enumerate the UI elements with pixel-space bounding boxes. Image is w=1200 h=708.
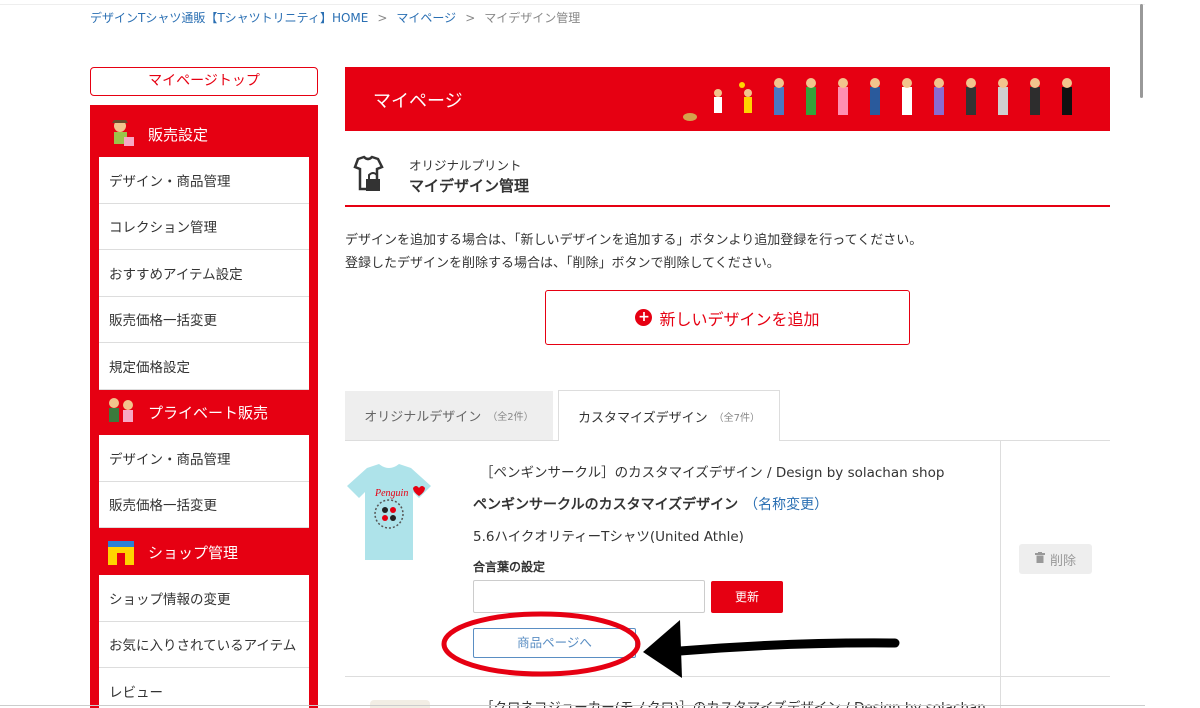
tab-label: オリジナルデザイン <box>364 410 482 425</box>
banner-characters-illustration <box>682 75 1092 123</box>
password-input[interactable] <box>473 580 705 613</box>
sidebar-item-bulk-price[interactable]: 販売価格一括変更 <box>99 297 309 343</box>
sidebar-list: ショップ情報の変更 お気に入りされているアイテム レビュー <box>99 575 309 708</box>
private-sale-icon <box>104 395 138 429</box>
mypage-banner: マイページ <box>345 67 1110 131</box>
characters-icon <box>683 78 1072 121</box>
window-bottom-edge <box>0 705 1145 706</box>
tshirt-lock-icon <box>352 155 386 195</box>
sidebar-item-shop-info[interactable]: ショップ情報の変更 <box>99 575 309 622</box>
sidebar-item-reviews[interactable]: レビュー <box>99 668 309 708</box>
design-name: ペンギンサークルのカスタマイズデザイン （名称変更） <box>473 494 828 514</box>
mypage-top-button[interactable]: マイページトップ <box>90 67 318 96</box>
banner-title: マイページ <box>373 91 463 112</box>
scrollbar[interactable] <box>1140 4 1143 98</box>
seller-character-icon <box>104 117 138 151</box>
plus-icon: + <box>635 309 653 326</box>
design-description: ［ペンギンサークル］のカスタマイズデザイン / Design by solach… <box>480 465 945 481</box>
trash-icon <box>1034 551 1045 567</box>
breadcrumb-separator: > <box>465 11 476 25</box>
breadcrumb-mypage-link[interactable]: マイページ <box>396 11 456 25</box>
rename-link[interactable]: （名称変更） <box>744 497 828 513</box>
sidebar-section-header: プライベート販売 <box>90 389 318 435</box>
tab-border <box>345 440 558 441</box>
next-design-thumbnail[interactable] <box>370 700 430 708</box>
sidebar-section-private: プライベート販売 デザイン・商品管理 販売価格一括変更 <box>90 389 318 528</box>
tab-customized-designs[interactable]: カスタマイズデザイン （全7件） <box>558 390 780 441</box>
design-thumbnail[interactable]: Penguin <box>345 462 433 562</box>
sidebar-section-sales: 販売設定 デザイン・商品管理 コレクション管理 おすすめアイテム設定 販売価格一… <box>90 111 318 390</box>
sidebar-item-recommended[interactable]: おすすめアイテム設定 <box>99 250 309 297</box>
instruction-line: 登録したデザインを削除する場合は、「削除」ボタンで削除してください。 <box>345 256 780 271</box>
breadcrumb-separator: > <box>377 11 388 25</box>
next-design-description: ［クロネコジョーカー(モノクロ)］のカスタマイズデザイン / Design by… <box>480 700 986 708</box>
sidebar-section-header: 販売設定 <box>90 111 318 157</box>
tab-original-designs[interactable]: オリジナルデザイン （全2件） <box>345 391 553 440</box>
arrow-head-annotation <box>643 620 682 678</box>
sidebar-section-header: ショップ管理 <box>90 529 318 575</box>
row-divider <box>345 676 1110 677</box>
sidebar-section-title: ショップ管理 <box>148 543 239 562</box>
top-divider <box>0 4 1145 5</box>
sidebar-list: デザイン・商品管理 販売価格一括変更 <box>99 435 309 528</box>
sidebar-item-private-design-product[interactable]: デザイン・商品管理 <box>99 435 309 482</box>
update-button[interactable]: 更新 <box>711 581 783 613</box>
arrow-shaft-annotation <box>675 638 900 656</box>
design-name-text: ペンギンサークルのカスタマイズデザイン <box>473 497 739 513</box>
tshirt-print-text: Penguin <box>374 488 408 499</box>
instructions: デザインを追加する場合は、「新しいデザインを追加する」ボタンより追加登録を行って… <box>345 229 922 275</box>
page-title: マイデザイン管理 <box>409 177 530 195</box>
sidebar-item-favorited-items[interactable]: お気に入りされているアイテム <box>99 622 309 668</box>
delete-label: 削除 <box>1049 553 1076 569</box>
sidebar-item-design-product[interactable]: デザイン・商品管理 <box>99 157 309 204</box>
sidebar-item-private-bulk-price[interactable]: 販売価格一括変更 <box>99 482 309 528</box>
section-subtitle: オリジナルプリント <box>409 158 522 173</box>
sidebar-section-title: プライベート販売 <box>148 403 269 422</box>
product-page-button[interactable]: 商品ページへ <box>473 628 636 658</box>
add-new-design-button[interactable]: + 新しいデザインを追加 <box>545 290 910 345</box>
instruction-line: デザインを追加する場合は、「新しいデザインを追加する」ボタンより追加登録を行って… <box>345 233 923 248</box>
sidebar-item-collection[interactable]: コレクション管理 <box>99 204 309 250</box>
tab-count: （全2件） <box>487 412 534 423</box>
sidebar-list: デザイン・商品管理 コレクション管理 おすすめアイテム設定 販売価格一括変更 規… <box>99 157 309 390</box>
breadcrumb: デザインTシャツ通販【Tシャツトリニティ】HOME > マイページ > マイデザイン管理 <box>90 9 580 26</box>
password-label: 合言葉の設定 <box>473 560 546 574</box>
add-new-design-label: 新しいデザインを追加 <box>659 309 820 329</box>
section-divider <box>345 205 1110 207</box>
breadcrumb-home-link[interactable]: デザインTシャツ通販【Tシャツトリニティ】HOME <box>90 11 368 25</box>
shop-icon <box>104 535 138 569</box>
sidebar: 販売設定 デザイン・商品管理 コレクション管理 おすすめアイテム設定 販売価格一… <box>90 105 318 708</box>
tab-border <box>780 440 1110 441</box>
row-divider <box>1000 441 1001 708</box>
breadcrumb-current: マイデザイン管理 <box>484 11 581 25</box>
tab-label: カスタマイズデザイン <box>578 410 708 426</box>
product-type: 5.6ハイクオリティーTシャツ(United Athle) <box>473 529 744 545</box>
delete-button[interactable]: 削除 <box>1019 544 1092 574</box>
sidebar-section-title: 販売設定 <box>148 125 209 144</box>
sidebar-item-default-price[interactable]: 規定価格設定 <box>99 343 309 390</box>
sidebar-section-shop: ショップ管理 ショップ情報の変更 お気に入りされているアイテム レビュー <box>90 529 318 708</box>
tab-count: （全7件） <box>713 412 760 424</box>
